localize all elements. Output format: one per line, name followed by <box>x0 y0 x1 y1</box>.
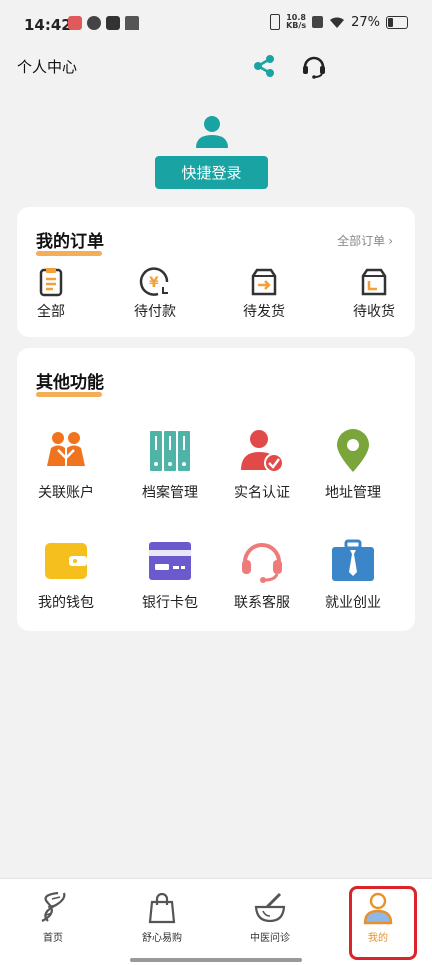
svg-text:¥: ¥ <box>149 275 159 291</box>
status-time: 14:42 <box>24 16 72 34</box>
order-pending-shipment-label: 待发货 <box>243 304 285 320</box>
functions-card: 其他功能 关联账户 档案管理 实名认证 地址管理 我的钱包 银行卡包 联系客服 … <box>17 348 415 631</box>
headset-icon <box>303 56 325 79</box>
status-bar: 14:42 10.8 KB/s 27% <box>0 0 432 48</box>
location-pin-icon <box>337 429 369 472</box>
function-contact-service[interactable]: 联系客服 <box>217 538 307 612</box>
verified-user-icon <box>241 430 284 473</box>
order-all-label: 全部 <box>37 304 65 320</box>
play-icon <box>106 16 120 30</box>
function-employment-label: 就业创业 <box>325 595 381 611</box>
speed-unit: KB/s <box>286 21 307 30</box>
share-button[interactable] <box>250 52 278 80</box>
network-speed: 10.8 KB/s <box>286 14 306 30</box>
function-wallet-label: 我的钱包 <box>38 595 94 611</box>
app-notification-icon <box>68 16 82 30</box>
shopping-bag-icon <box>148 892 176 924</box>
customer-service-button[interactable] <box>300 52 328 80</box>
clipboard-icon <box>39 268 63 297</box>
nav-home-label: 首页 <box>43 933 63 944</box>
function-linked-accounts[interactable]: 关联账户 <box>21 428 111 502</box>
order-all[interactable]: 全部 <box>19 265 83 321</box>
page-header: 个人中心 <box>0 48 432 88</box>
function-contact-service-label: 联系客服 <box>234 595 290 611</box>
linked-users-icon <box>47 432 85 466</box>
person-icon <box>363 892 393 925</box>
chevron-right-icon: › <box>388 233 393 248</box>
orders-title-wrap: 我的订单 <box>36 227 104 256</box>
share-icon <box>254 55 274 77</box>
app-notification-icon <box>87 16 101 30</box>
function-linked-accounts-label: 关联账户 <box>38 485 94 501</box>
headset-icon <box>242 543 282 583</box>
order-pending-shipment[interactable]: 待发货 <box>232 265 296 321</box>
function-bank-card[interactable]: 银行卡包 <box>125 538 215 612</box>
order-pending-payment-label: 待付款 <box>134 304 176 320</box>
function-real-name-label: 实名认证 <box>234 485 290 501</box>
home-indicator[interactable] <box>130 958 302 962</box>
dna-icon <box>41 891 66 922</box>
function-wallet[interactable]: 我的钱包 <box>21 538 111 612</box>
quick-login-button[interactable]: 快捷登录 <box>155 156 268 189</box>
wallet-icon <box>45 543 87 579</box>
battery-icon <box>386 15 408 29</box>
archive-icon <box>150 431 190 471</box>
nav-shop[interactable]: 舒心易购 <box>122 891 202 944</box>
functions-title-wrap: 其他功能 <box>36 368 104 397</box>
page-title: 个人中心 <box>17 58 78 76</box>
briefcase-icon <box>332 539 374 581</box>
function-employment[interactable]: 就业创业 <box>308 538 398 612</box>
nav-shop-label: 舒心易购 <box>142 933 182 944</box>
bottom-nav: 首页 舒心易购 中医问诊 我的 <box>0 878 432 965</box>
nav-tcm-label: 中医问诊 <box>250 933 290 944</box>
crown-icon <box>125 16 139 30</box>
functions-title: 其他功能 <box>36 373 104 393</box>
bank-card-icon <box>149 542 191 580</box>
function-real-name[interactable]: 实名认证 <box>217 428 307 502</box>
notification-icons <box>68 16 139 30</box>
nav-mine-label: 我的 <box>368 933 388 944</box>
orders-card: 我的订单 全部订单 › 全部 ¥ 待付款 待发货 待收货 <box>17 207 415 337</box>
vibrate-icon <box>270 14 281 30</box>
function-bank-card-label: 银行卡包 <box>142 595 198 611</box>
mortar-icon <box>254 892 286 923</box>
box-receive-icon <box>361 268 387 296</box>
nav-mine[interactable]: 我的 <box>338 891 418 944</box>
avatar-icon[interactable] <box>194 114 230 150</box>
all-orders-link[interactable]: 全部订单 › <box>337 232 393 249</box>
sim-icon <box>312 16 324 28</box>
status-right: 10.8 KB/s 27% <box>270 14 408 30</box>
battery-percent: 27% <box>351 14 380 30</box>
orders-title: 我的订单 <box>36 232 104 252</box>
box-send-icon <box>251 268 277 296</box>
function-archive[interactable]: 档案管理 <box>125 428 215 502</box>
all-orders-label: 全部订单 <box>337 234 386 248</box>
function-address[interactable]: 地址管理 <box>308 428 398 502</box>
nav-tcm[interactable]: 中医问诊 <box>230 891 310 944</box>
nav-home[interactable]: 首页 <box>13 891 93 944</box>
yen-clock-icon: ¥ <box>139 267 169 296</box>
wifi-icon <box>330 16 345 28</box>
order-pending-receipt[interactable]: 待收货 <box>342 265 406 321</box>
function-archive-label: 档案管理 <box>142 485 198 501</box>
order-pending-receipt-label: 待收货 <box>353 304 395 320</box>
function-address-label: 地址管理 <box>325 485 381 501</box>
order-pending-payment[interactable]: ¥ 待付款 <box>123 265 187 321</box>
